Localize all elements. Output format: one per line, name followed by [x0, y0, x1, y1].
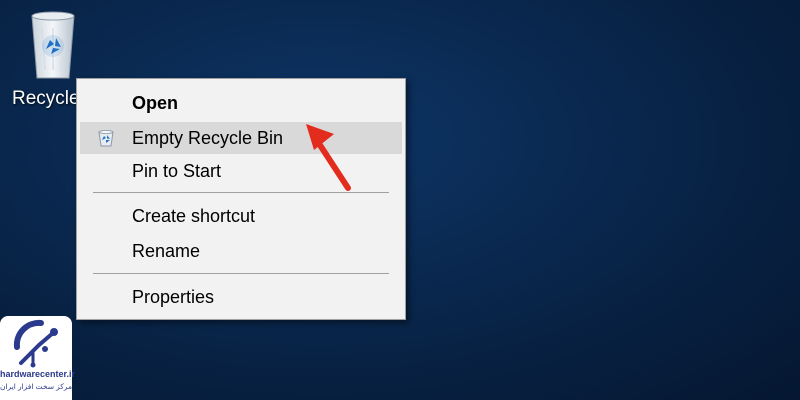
- recycle-bin-icon: [31, 11, 75, 79]
- menu-item-label: Open: [132, 93, 179, 113]
- logo-site-text: hardwarecenter.ir: [0, 369, 76, 379]
- menu-item-open[interactable]: Open: [80, 87, 402, 119]
- menu-item-create-shortcut[interactable]: Create shortcut: [80, 200, 402, 232]
- circuit-logo-icon: [13, 319, 58, 368]
- logo-tagline-text: مرکز سخت افزار ایران: [0, 382, 72, 391]
- menu-item-label: Properties: [132, 287, 215, 307]
- desktop: Recycle Open Empty Recycle Bin Pin to St…: [0, 0, 800, 400]
- menu-item-label: Pin to Start: [132, 161, 222, 181]
- menu-item-label: Empty Recycle Bin: [132, 128, 284, 148]
- menu-item-rename[interactable]: Rename: [80, 235, 402, 267]
- recycle-bin-icon: [98, 130, 114, 147]
- menu-item-label: Create shortcut: [132, 206, 256, 226]
- context-menu: Open Empty Recycle Bin Pin to Start Crea…: [76, 78, 406, 320]
- menu-separator: [93, 273, 389, 274]
- recycle-bin-desktop-icon[interactable]: Recycle: [6, 4, 84, 114]
- recycle-bin-label: Recycle: [12, 88, 80, 109]
- hardwarecenter-logo: hardwarecenter.ir مرکز سخت افزار ایران: [0, 316, 76, 400]
- menu-item-label: Rename: [132, 241, 201, 261]
- red-arrow-icon: [306, 124, 351, 191]
- menu-item-properties[interactable]: Properties: [80, 281, 402, 313]
